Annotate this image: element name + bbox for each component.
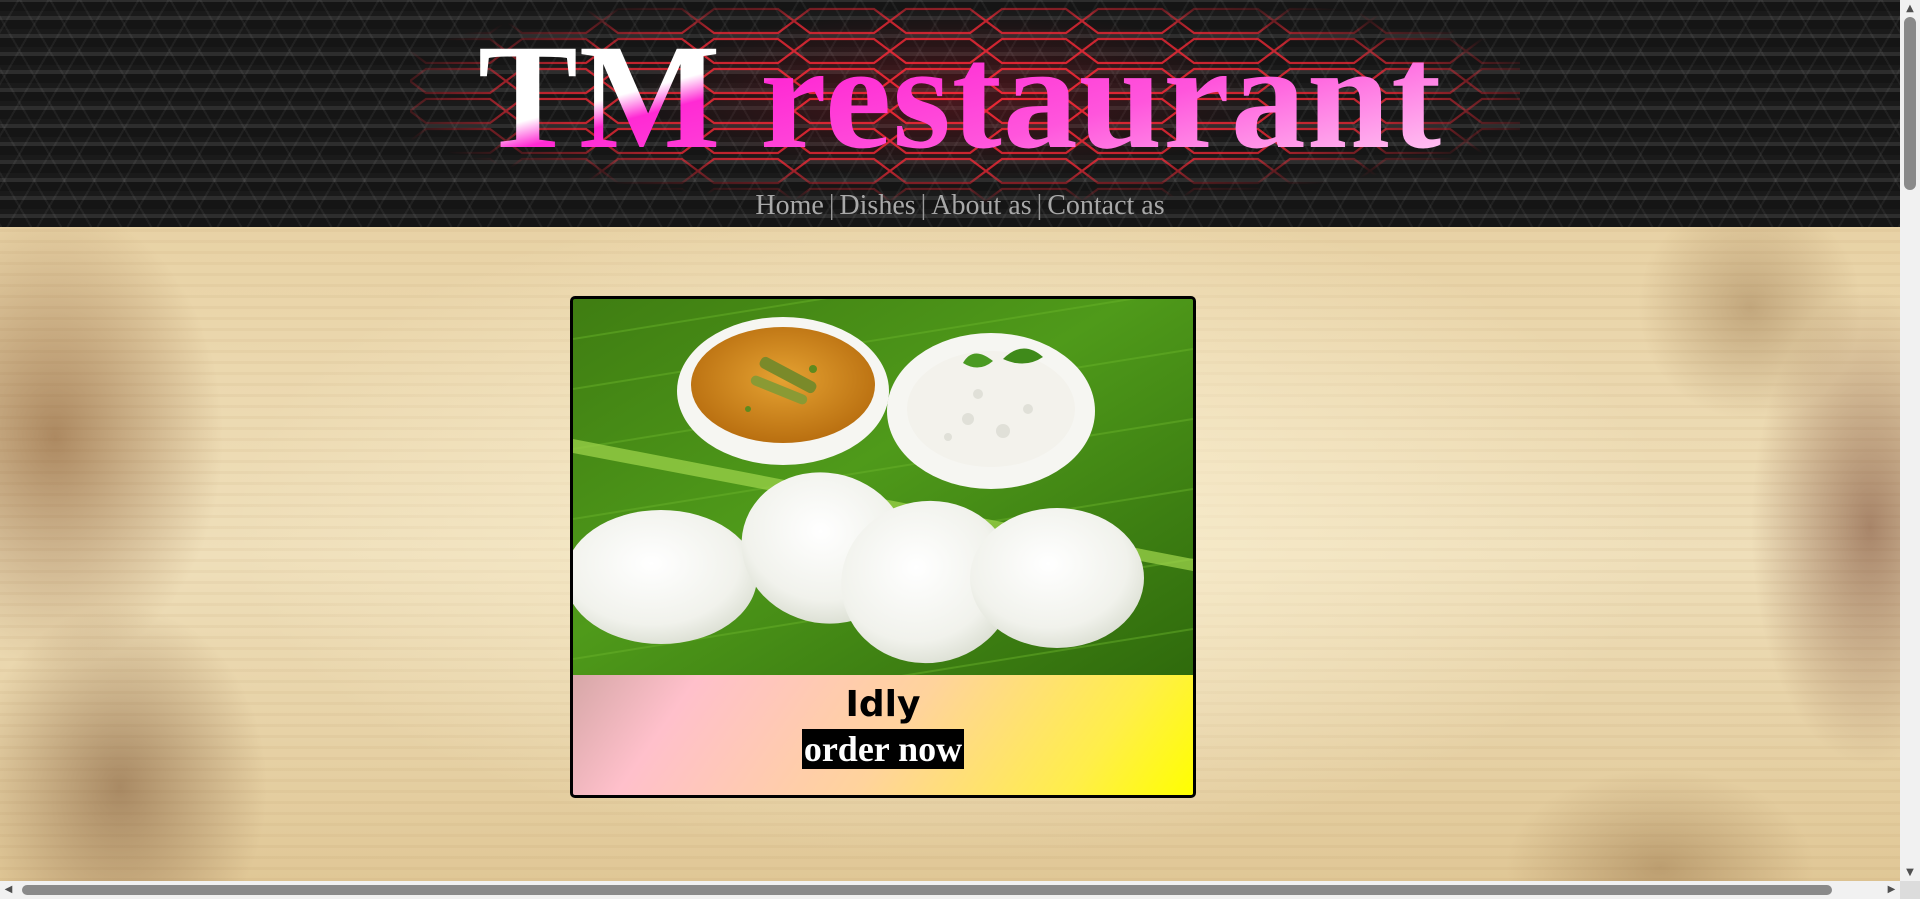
nav-link-dishes[interactable]: Dishes bbox=[839, 190, 915, 221]
dish-name: Idly bbox=[845, 684, 921, 725]
nav-link-home[interactable]: Home bbox=[755, 190, 823, 221]
nav-separator: | bbox=[920, 190, 927, 221]
main-nav: Home | Dishes | About as | Contact as bbox=[0, 186, 1900, 226]
site-header: TM restaurant Home | Dishes | About as | Conta… bbox=[0, 0, 1900, 227]
page-viewport: TM restaurant Home | Dishes | About as | Conta… bbox=[0, 0, 1900, 881]
horizontal-scrollbar[interactable]: ◀ ▶ bbox=[0, 881, 1900, 899]
nav-link-contact[interactable]: Contact as bbox=[1047, 190, 1164, 221]
nav-separator: | bbox=[1036, 190, 1043, 221]
scroll-left-arrow-icon[interactable]: ◀ bbox=[0, 881, 17, 899]
scroll-up-arrow-icon[interactable]: ▲ bbox=[1900, 0, 1920, 17]
order-now-button[interactable]: order now bbox=[801, 729, 965, 769]
idly-food-photo bbox=[573, 299, 1193, 675]
vertical-scroll-thumb[interactable] bbox=[1904, 17, 1916, 190]
nav-link-about[interactable]: About as bbox=[931, 190, 1031, 221]
scroll-down-arrow-icon[interactable]: ▼ bbox=[1900, 864, 1920, 881]
scroll-right-arrow-icon[interactable]: ▶ bbox=[1883, 881, 1900, 899]
dish-caption: Idly order now bbox=[573, 675, 1193, 795]
dish-card: Idly order now bbox=[570, 296, 1196, 798]
site-title: TM restaurant bbox=[0, 22, 1900, 172]
nav-separator: | bbox=[828, 190, 835, 221]
horizontal-scroll-thumb[interactable] bbox=[22, 885, 1832, 895]
main-content: Idly order now bbox=[0, 227, 1900, 881]
vertical-scrollbar[interactable]: ▲ ▼ bbox=[1900, 0, 1920, 881]
scrollbar-corner bbox=[1900, 881, 1920, 899]
